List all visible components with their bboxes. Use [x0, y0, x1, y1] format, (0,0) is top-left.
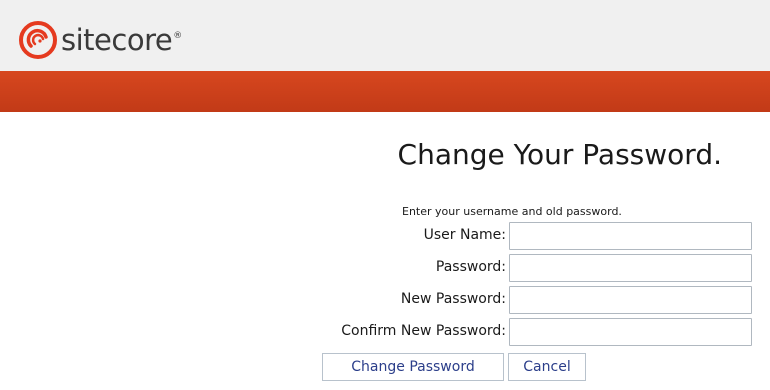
cancel-button[interactable]: Cancel: [508, 353, 586, 381]
password-row: Password:: [200, 254, 752, 282]
new-password-input[interactable]: [509, 286, 752, 314]
sitecore-swirl-icon: [19, 21, 57, 59]
new-password-row: New Password:: [200, 286, 752, 314]
username-row: User Name:: [200, 222, 752, 250]
password-input[interactable]: [509, 254, 752, 282]
username-input[interactable]: [509, 222, 752, 250]
page-title: Change Your Password.: [397, 138, 722, 171]
change-password-button[interactable]: Change Password: [322, 353, 504, 381]
header-accent-bar: [0, 71, 770, 112]
form-instruction: Enter your username and old password.: [402, 205, 622, 218]
registered-mark: ®: [173, 31, 182, 41]
sitecore-logo[interactable]: sitecore®: [19, 20, 182, 60]
confirm-password-row: Confirm New Password:: [200, 318, 752, 346]
confirm-password-input[interactable]: [509, 318, 752, 346]
confirm-password-label: Confirm New Password:: [341, 323, 506, 339]
logo-wordmark: sitecore®: [61, 23, 182, 57]
new-password-label: New Password:: [400, 291, 506, 307]
app-header: sitecore®: [0, 0, 770, 71]
username-label: User Name:: [423, 227, 506, 243]
password-label: Password:: [435, 259, 506, 275]
